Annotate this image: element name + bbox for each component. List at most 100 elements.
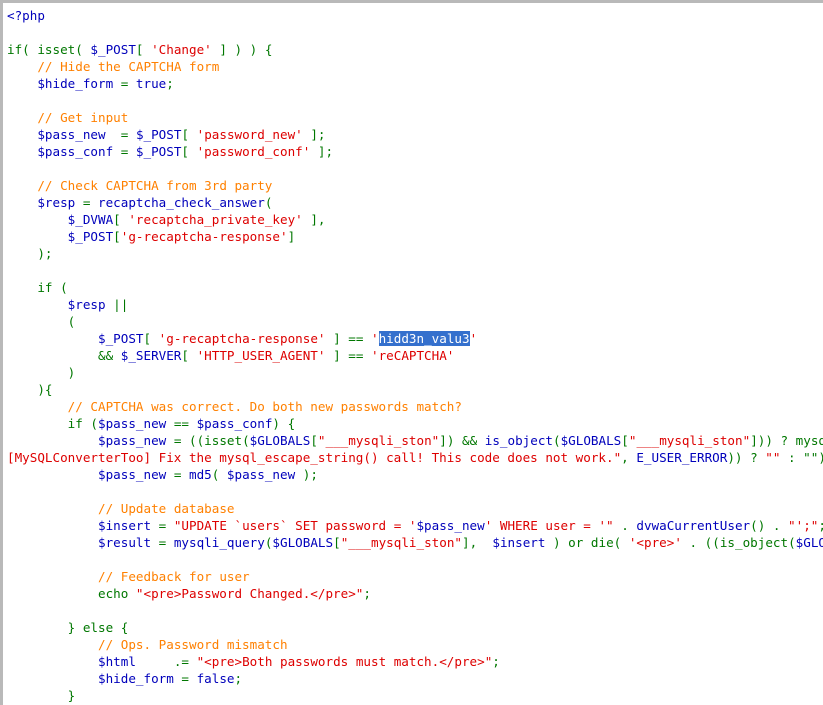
code-token: ] ==: [325, 348, 371, 363]
code-token: $GLOBALS: [560, 433, 622, 448]
code-token: ] ==: [325, 331, 371, 346]
code-token: $GLOBALS: [249, 433, 311, 448]
code-token: [: [113, 212, 129, 227]
code-token: 'Change': [151, 42, 212, 57]
code-token: false: [196, 671, 235, 686]
code-token: ) {: [272, 416, 296, 431]
code-token: $hide_form: [98, 671, 174, 686]
code-token: [: [310, 433, 318, 448]
code-token: $_POST: [98, 331, 144, 346]
code-token: $_POST: [135, 144, 182, 159]
code-line: $_POST[ 'g-recaptcha-response' ] == 'hid…: [7, 330, 823, 347]
code-line: $pass_new = $_POST[ 'password_new' ];: [7, 126, 823, 143]
code-token: // Check CAPTCHA from 3rd party: [37, 178, 273, 193]
selected-text[interactable]: hidd3n_valu3: [378, 331, 470, 346]
code-token: 'password_conf': [196, 144, 311, 159]
code-line: // Ops. Password mismatch: [7, 636, 823, 653]
code-token: = ((isset(: [166, 433, 250, 448]
code-token: mysqli_query: [173, 535, 265, 550]
code-token: $pass_new: [37, 127, 106, 142]
code-token: 'g-recaptcha-response': [158, 331, 326, 346]
code-token: recaptcha_check_answer: [98, 195, 265, 210]
code-token: "';": [788, 518, 819, 533]
code-token: if( isset(: [7, 42, 91, 57]
code-line: $resp ||: [7, 296, 823, 313]
code-token: $pass_new: [226, 467, 296, 482]
code-token: . ((is_object(: [681, 535, 796, 550]
code-token: 'g-recaptcha-response': [120, 229, 288, 244]
code-token: (: [553, 433, 561, 448]
code-token: =: [105, 127, 136, 142]
code-token: '<pre>': [628, 535, 682, 550]
code-token: "___mysqli_ston": [628, 433, 751, 448]
code-token: () .: [750, 518, 789, 533]
code-token: ) or die(: [545, 535, 629, 550]
code-line: $resp = recaptcha_check_answer(: [7, 194, 823, 211]
code-line: echo "<pre>Password Changed.</pre>";: [7, 585, 823, 602]
code-line: if ($pass_new == $pass_conf) {: [7, 415, 823, 432]
code-token: $resp: [67, 297, 106, 312]
code-token: if (: [7, 280, 68, 295]
code-line: } else {: [7, 619, 823, 636]
code-token: E_USER_ERROR: [636, 450, 728, 465]
code-token: =: [151, 535, 174, 550]
code-token: "UPDATE `users` SET password = ': [173, 518, 417, 533]
code-token: ): [7, 365, 76, 380]
code-line: $pass_conf = $_POST[ 'password_conf' ];: [7, 143, 823, 160]
code-token: ] ) ) {: [211, 42, 273, 57]
code-line: $hide_form = true;: [7, 75, 823, 92]
code-token: [: [181, 127, 197, 142]
code-token: $_POST: [90, 42, 136, 57]
code-token: ){: [7, 382, 53, 397]
code-token: ];: [302, 127, 326, 142]
code-token: [: [621, 433, 629, 448]
code-token: [MySQLConverterToo] Fix the mysql_escape…: [7, 450, 622, 465]
code-line: $hide_form = false;: [7, 670, 823, 687]
code-token: (: [264, 195, 273, 210]
code-token: // Get input: [37, 110, 129, 125]
code-token: =: [173, 671, 197, 686]
code-token: ],: [302, 212, 326, 227]
code-token: echo: [7, 586, 136, 601]
code-token: ;: [492, 654, 500, 669]
code-token: .=: [135, 654, 197, 669]
code-line: $insert = "UPDATE `users` SET password =…: [7, 517, 823, 534]
code-line: // Feedback for user: [7, 568, 823, 585]
code-token: true: [135, 76, 167, 91]
code-line: ): [7, 364, 823, 381]
code-token: 'HTTP_USER_AGENT': [196, 348, 326, 363]
code-token: $_POST: [135, 127, 182, 142]
code-line: && $_SERVER[ 'HTTP_USER_AGENT' ] == 'reC…: [7, 347, 823, 364]
code-token: $GLOBALS: [795, 535, 823, 550]
code-line: $html .= "<pre>Both passwords must match…: [7, 653, 823, 670]
code-token: .: [613, 518, 637, 533]
code-token: =: [113, 144, 136, 159]
code-token: <?php: [7, 8, 45, 23]
code-token: // Feedback for user: [98, 569, 250, 584]
code-token: dvwaCurrentUser: [636, 518, 751, 533]
code-token: ==: [166, 416, 197, 431]
code-token: "<pre>Password Changed.</pre>": [135, 586, 364, 601]
code-line: if (: [7, 279, 823, 296]
code-token: 'reCAPTCHA': [370, 348, 455, 363]
code-token: );: [295, 467, 318, 482]
code-line: $pass_new = ((isset($GLOBALS["___mysqli_…: [7, 432, 823, 449]
code-token: [: [181, 348, 197, 363]
code-token: // Hide the CAPTCHA form: [37, 59, 220, 74]
code-line: ){: [7, 381, 823, 398]
code-token: "<pre>Both passwords must match.</pre>": [196, 654, 493, 669]
